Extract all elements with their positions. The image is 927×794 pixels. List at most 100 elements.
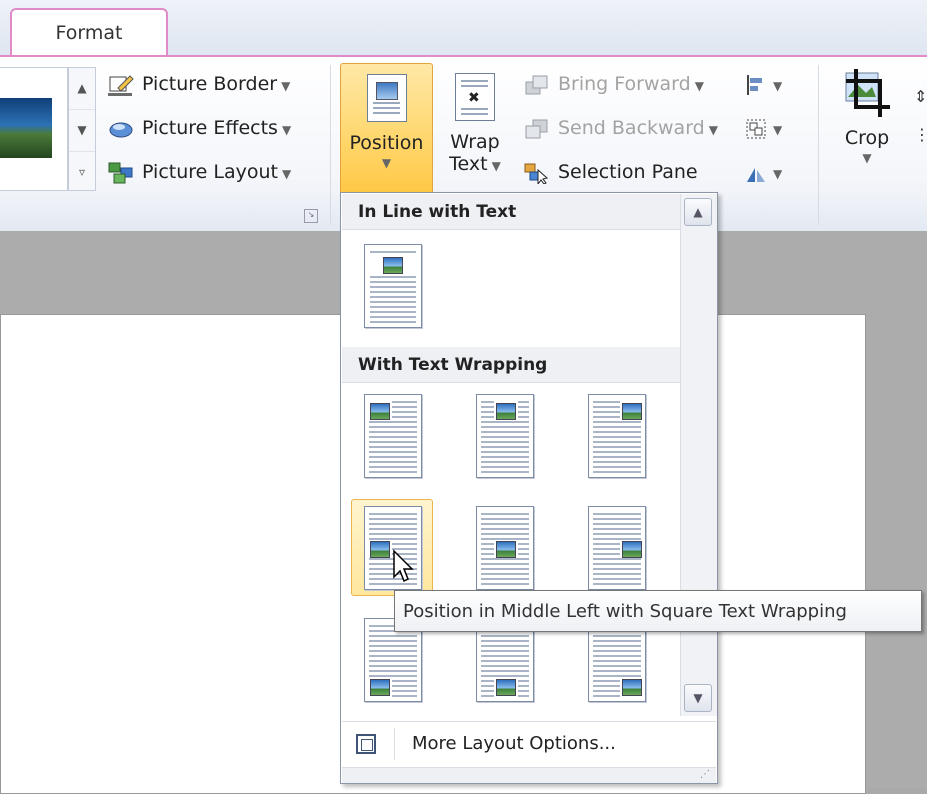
picture-style-thumbnail[interactable]: [0, 98, 52, 158]
bring-forward-button[interactable]: Bring Forward ▼: [524, 67, 704, 101]
text-line: [481, 578, 529, 580]
gallery-scroll: ▲ ▼ ▿: [68, 67, 96, 191]
text-line: [593, 553, 620, 555]
text-line: [593, 528, 641, 530]
crop-button[interactable]: Crop ▼: [832, 63, 902, 165]
inline-section-header: In Line with Text: [342, 194, 680, 230]
text-line: [593, 675, 641, 677]
rotate-button[interactable]: ▼: [745, 155, 782, 189]
text-line: [481, 563, 529, 565]
text-line: [392, 685, 417, 687]
scroll-up-icon[interactable]: ▲: [684, 198, 712, 226]
text-line: [369, 446, 417, 448]
text-line: [481, 456, 529, 458]
text-line: [369, 456, 417, 458]
text-line: [593, 558, 641, 560]
text-line: [593, 568, 641, 570]
text-line: [481, 426, 529, 428]
text-line: [593, 401, 620, 403]
dropdown-scrollbar[interactable]: ▲ ▼: [680, 194, 717, 716]
text-line: [593, 523, 641, 525]
text-line: [369, 533, 417, 535]
position-option-top-right[interactable]: [575, 387, 657, 484]
text-line: [593, 421, 641, 423]
text-line: [481, 401, 494, 403]
text-line: [369, 518, 417, 520]
text-line: [481, 553, 494, 555]
gallery-up-arrow[interactable]: ▲: [69, 68, 95, 110]
gallery-more-button[interactable]: ▿: [69, 152, 95, 193]
wrapping-section-header: With Text Wrapping: [342, 347, 680, 383]
text-line: [518, 548, 529, 550]
text-line: [518, 680, 529, 682]
picture-styles-gallery[interactable]: [0, 67, 68, 191]
text-line: [481, 533, 529, 535]
position-option-middle-center[interactable]: [463, 499, 545, 596]
text-line: [481, 416, 494, 418]
text-line: [392, 695, 417, 697]
align-button[interactable]: ▼: [745, 67, 782, 101]
text-line: [481, 573, 529, 575]
text-line: [481, 528, 529, 530]
text-line: [481, 680, 494, 682]
text-line: [593, 533, 641, 535]
text-line: [593, 446, 641, 448]
text-line: [369, 461, 417, 463]
text-line: [593, 461, 641, 463]
text-line: [593, 645, 641, 647]
group-button[interactable]: ▼: [745, 111, 782, 145]
picture-effects-button[interactable]: Picture Effects ▼: [108, 111, 291, 145]
chevron-down-icon: ▼: [491, 159, 501, 173]
text-line: [593, 466, 641, 468]
picture-layout-button[interactable]: Picture Layout ▼: [108, 155, 291, 189]
text-line: [369, 426, 417, 428]
text-line: [369, 655, 417, 657]
text-line: [593, 665, 641, 667]
text-line: [481, 523, 529, 525]
tab-format[interactable]: Format: [10, 8, 168, 56]
selection-pane-button[interactable]: Selection Pane: [524, 155, 698, 189]
more-layout-options-button[interactable]: More Layout Options...: [342, 721, 716, 766]
resize-grip[interactable]: ⋰: [342, 767, 716, 783]
page-thumbnail-icon: [588, 394, 646, 478]
text-line: [369, 466, 417, 468]
position-option-top-center[interactable]: [463, 387, 545, 484]
position-button[interactable]: Position ▼: [340, 63, 433, 195]
text-line: [593, 538, 641, 540]
position-option-top-left[interactable]: [351, 387, 433, 484]
text-line: [593, 655, 641, 657]
send-backward-button[interactable]: Send Backward ▼: [524, 111, 718, 145]
text-line: [370, 301, 416, 303]
position-option-middle-right[interactable]: [575, 499, 657, 596]
text-line: [593, 518, 641, 520]
text-line: [481, 665, 529, 667]
text-line: [392, 401, 417, 403]
gallery-down-arrow[interactable]: ▼: [69, 110, 95, 152]
wrap-text-icon: ✖: [455, 73, 495, 121]
text-line: [481, 421, 529, 423]
text-line: [518, 690, 529, 692]
page-thumbnail-icon: [476, 394, 534, 478]
dialog-launcher-icon[interactable]: ↘: [304, 209, 318, 223]
text-line: [481, 568, 529, 570]
size-group-clipped: ⇕ ⋮: [914, 87, 927, 144]
text-line: [370, 281, 416, 283]
text-line: [481, 695, 494, 697]
text-line: [518, 416, 529, 418]
text-line: [593, 573, 641, 575]
position-option-in-line-with-text[interactable]: [351, 237, 433, 334]
text-line: [370, 316, 416, 318]
picture-effects-icon: [109, 122, 133, 137]
picture-border-button[interactable]: Picture Border ▼: [108, 67, 290, 101]
text-line: [369, 538, 417, 540]
scroll-down-icon[interactable]: ▼: [684, 684, 712, 712]
text-line: [481, 431, 529, 433]
text-line: [518, 411, 529, 413]
text-line: [593, 583, 641, 585]
group-separator: [330, 65, 331, 225]
text-line: [593, 695, 620, 697]
page-thumbnail-icon: [364, 244, 422, 328]
text-line: [481, 513, 529, 515]
wrap-text-button[interactable]: ✖ Wrap Text ▼: [442, 63, 508, 177]
text-line: [593, 416, 620, 418]
